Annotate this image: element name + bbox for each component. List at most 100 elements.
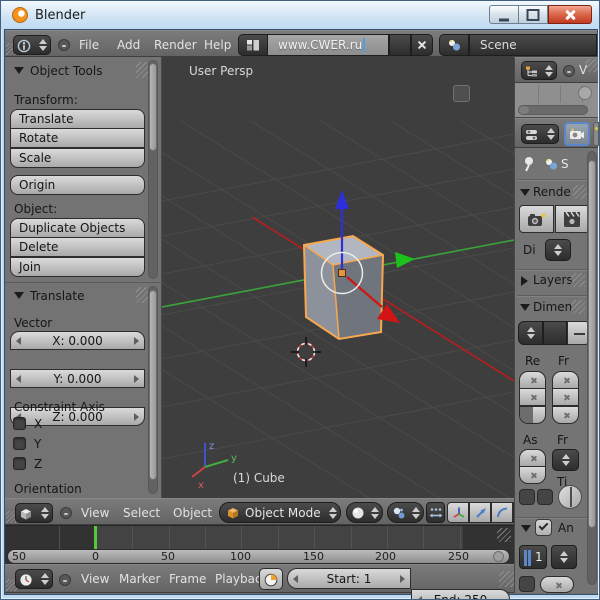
layers-panel-title[interactable]: Layers — [533, 273, 573, 287]
menu-marker[interactable]: Marker — [119, 572, 160, 586]
panel-drag-icon[interactable] — [571, 300, 585, 314]
manipulator-z-arrow[interactable] — [335, 190, 349, 209]
toolshelf-scrollbar[interactable] — [148, 60, 158, 279]
area-corner-icon[interactable] — [497, 528, 511, 542]
rotate-button[interactable]: Rotate — [10, 128, 145, 148]
timeline-ruler[interactable]: 50 0 50 100 150 200 250 — [7, 549, 510, 564]
manipulator-axis-button[interactable] — [447, 502, 469, 523]
delete-screen-button[interactable] — [411, 34, 433, 56]
display-dropdown[interactable] — [545, 239, 571, 261]
area-corner-icon[interactable] — [585, 59, 598, 72]
dimensions-panel-title[interactable]: Dimen — [533, 300, 572, 314]
framerate-dropdown[interactable] — [552, 449, 579, 471]
editor-type-selector[interactable] — [15, 503, 53, 523]
editor-type-selector[interactable] — [521, 124, 559, 144]
vector-y-field[interactable]: Y: 0.000 — [10, 369, 145, 388]
outliner-content[interactable] — [514, 83, 598, 118]
add-screen-button[interactable] — [389, 34, 411, 56]
translate-manipulator-button[interactable] — [469, 502, 491, 523]
toolshelf-scrollbar-handle[interactable] — [149, 63, 157, 151]
panel-expand-icon[interactable] — [14, 67, 24, 74]
manipulator-toggle[interactable] — [426, 502, 445, 523]
render-animation-button[interactable] — [555, 205, 590, 233]
partial-checkbox[interactable] — [519, 576, 535, 592]
time-remap-old-field[interactable] — [519, 489, 535, 505]
menu-view[interactable]: View — [81, 572, 109, 586]
preview-range-button[interactable] — [259, 568, 283, 590]
mode-dropdown[interactable]: Object Mode — [219, 502, 341, 523]
aspect-y-field[interactable] — [519, 466, 546, 484]
render-presets-dropdown[interactable] — [518, 321, 543, 345]
origin-button[interactable]: Origin — [10, 175, 145, 195]
scene-browse-button[interactable] — [439, 34, 469, 56]
panel-collapsed-icon[interactable] — [521, 276, 528, 286]
resolution-percent-slider[interactable] — [519, 406, 546, 424]
scene-name-field[interactable]: Scene — [469, 34, 597, 56]
collapse-menus-icon[interactable] — [60, 507, 72, 519]
redo-panel-scrollbar-handle[interactable] — [149, 290, 157, 480]
translate-button[interactable]: Translate — [10, 109, 145, 129]
minimize-button[interactable] — [489, 5, 519, 24]
menu-help[interactable]: Help — [204, 38, 231, 52]
join-button[interactable]: Join — [10, 257, 145, 277]
scrollbar-handle-dot[interactable] — [493, 551, 504, 562]
area-corner-icon[interactable] — [499, 571, 515, 587]
clock-dial-icon[interactable] — [558, 485, 582, 509]
viewport-3d[interactable]: z y x User Persp (1) Cube — [162, 57, 514, 498]
panel-drag-icon[interactable] — [573, 185, 587, 199]
end-frame-field[interactable]: End: 250 — [411, 589, 510, 600]
panel-expand-icon[interactable] — [520, 189, 530, 196]
increment-icon[interactable] — [134, 413, 139, 421]
redo-panel-scrollbar[interactable] — [148, 286, 158, 494]
constraint-x-checkbox[interactable] — [13, 417, 26, 430]
menu-view[interactable]: View — [81, 506, 109, 520]
titlebar[interactable]: Blender — [1, 1, 600, 29]
constraint-z-checkbox[interactable] — [13, 457, 26, 470]
editor-type-selector[interactable] — [13, 35, 51, 55]
panel-drag-icon[interactable] — [571, 273, 585, 287]
delete-button[interactable]: Delete — [10, 237, 145, 257]
frame-step-field[interactable] — [552, 406, 579, 424]
menu-frame[interactable]: Frame — [169, 572, 206, 586]
editor-type-selector[interactable] — [15, 569, 53, 589]
menu-select[interactable]: Select — [123, 506, 160, 520]
time-remap-new-field[interactable] — [537, 489, 553, 505]
cube-object[interactable] — [304, 236, 383, 339]
panel-expand-icon[interactable] — [521, 525, 531, 532]
increment-icon[interactable] — [134, 337, 139, 345]
manipulator-y-arrow[interactable] — [395, 252, 415, 268]
editor-type-selector[interactable] — [521, 61, 557, 80]
current-frame-indicator[interactable] — [94, 526, 97, 549]
duplicate-objects-button[interactable]: Duplicate Objects — [10, 218, 145, 238]
pivot-dropdown[interactable] — [387, 502, 424, 523]
increment-icon[interactable] — [134, 375, 139, 383]
collapse-menus-icon[interactable] — [563, 65, 575, 77]
menu-render[interactable]: Render — [154, 38, 197, 52]
panel-expand-icon[interactable] — [520, 304, 530, 311]
sidebar-toggle-button[interactable] — [453, 85, 470, 102]
aa-filter-dropdown[interactable] — [551, 545, 577, 569]
start-frame-field[interactable]: Start: 1 — [287, 568, 411, 589]
object-tools-panel-title[interactable]: Object Tools — [30, 64, 102, 78]
timeline[interactable]: 50 0 50 100 150 200 250 — [5, 525, 514, 564]
vector-x-field[interactable]: X: 0.000 — [10, 331, 145, 350]
frame-start-field[interactable] — [552, 371, 579, 389]
properties-scrollbar[interactable] — [587, 151, 597, 585]
partial-field[interactable] — [540, 576, 574, 593]
outliner-toggle-icon[interactable] — [578, 86, 592, 100]
constraint-y-checkbox[interactable] — [13, 437, 26, 450]
rotate-manipulator-button[interactable] — [491, 502, 513, 523]
aa-samples-button[interactable]: 1 — [519, 545, 547, 569]
outliner-hscrollbar[interactable] — [518, 105, 588, 115]
next-tab-partial[interactable] — [593, 122, 599, 146]
render-panel-title[interactable]: Rende — [533, 185, 571, 199]
collapse-menus-icon[interactable] — [58, 39, 70, 51]
menu-file[interactable]: File — [79, 38, 99, 52]
collapse-menus-icon[interactable] — [59, 574, 71, 586]
menu-object[interactable]: Object — [173, 506, 212, 520]
menu-add[interactable]: Add — [117, 38, 140, 52]
screen-name-input[interactable]: www.CWER.ru — [268, 34, 389, 56]
pin-icon[interactable] — [521, 155, 537, 173]
antialiasing-checkbox[interactable] — [535, 519, 552, 536]
increment-icon[interactable] — [400, 575, 405, 583]
